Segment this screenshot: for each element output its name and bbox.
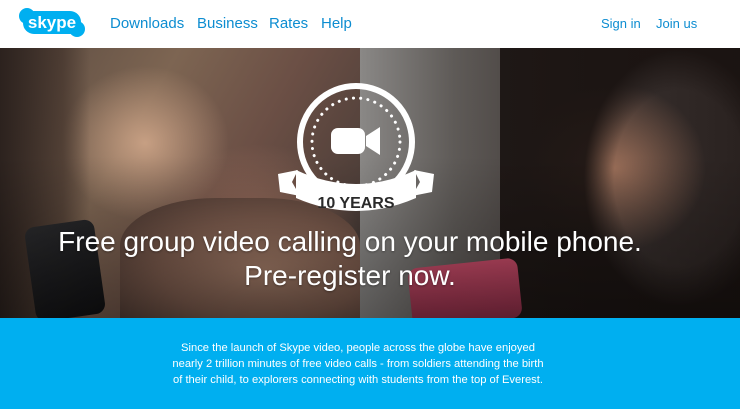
info-paragraph: Since the launch of Skype video, people … <box>172 342 544 386</box>
nav-rates[interactable]: Rates <box>269 15 308 32</box>
nav-help[interactable]: Help <box>321 15 352 32</box>
nav-business[interactable]: Business <box>197 15 258 32</box>
logo-text: skype <box>28 13 76 32</box>
hero-banner[interactable]: 10 YEARS Free group video calling on you… <box>0 48 740 318</box>
join-us-link[interactable]: Join us <box>656 16 697 31</box>
skype-logo[interactable]: skype <box>17 6 87 39</box>
site-header: skype Downloads Business Rates Help Sign… <box>0 0 740 48</box>
headline-line-1: Free group video calling on your mobile … <box>58 226 642 257</box>
video-camera-icon <box>331 127 380 155</box>
nav-downloads[interactable]: Downloads <box>110 15 184 32</box>
info-band: Since the launch of Skype video, people … <box>0 318 740 409</box>
badge-label: 10 YEARS <box>317 195 394 212</box>
headline-line-2: Pre-register now. <box>244 260 456 291</box>
ten-years-badge: 10 YEARS <box>278 83 434 212</box>
hero-headline[interactable]: Free group video calling on your mobile … <box>0 225 700 293</box>
sign-in-link[interactable]: Sign in <box>601 16 641 31</box>
